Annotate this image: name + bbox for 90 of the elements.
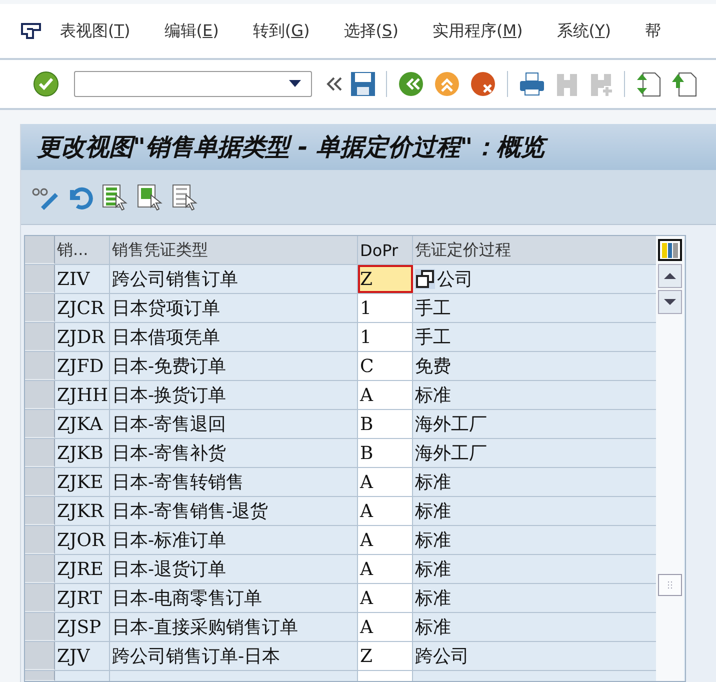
table-cell: ZJKB	[55, 439, 110, 467]
dropdown-icon[interactable]	[289, 80, 301, 88]
table-cell: ZJSP	[55, 613, 110, 641]
row-selector[interactable]	[25, 497, 55, 525]
input-field[interactable]: A	[358, 526, 413, 554]
menu-item[interactable]: 表视图(T)	[60, 20, 130, 42]
table-cell: ZJOR	[55, 526, 110, 554]
row-selector[interactable]	[25, 381, 55, 409]
input-field[interactable]: C	[358, 352, 413, 380]
table-cell: ZJV	[55, 642, 110, 670]
table-cell-text: 跨公司	[415, 645, 469, 668]
input-field[interactable]: A	[358, 381, 413, 409]
table-cell-text: 标准	[415, 471, 451, 494]
menu-item[interactable]: 帮	[645, 20, 662, 42]
column-settings-icon[interactable]	[658, 239, 682, 261]
table-cell: ZJKE	[55, 468, 110, 496]
menu-item[interactable]: 编辑(E)	[164, 20, 219, 42]
row-selector[interactable]	[25, 555, 55, 583]
row-selector[interactable]	[25, 323, 55, 351]
cancel-icon[interactable]	[469, 70, 497, 98]
input-field[interactable]: A	[358, 497, 413, 525]
table-cell-text: 标准	[415, 384, 451, 407]
command-field[interactable]	[74, 71, 312, 97]
input-field[interactable]: B	[358, 410, 413, 438]
collapse-icon[interactable]	[326, 77, 342, 91]
select-all-cell[interactable]	[25, 236, 55, 264]
menu-icon[interactable]	[20, 22, 42, 40]
menu-item[interactable]: 选择(S)	[344, 20, 398, 42]
table-cell: ZJHH	[55, 381, 110, 409]
table-cell-text: 手工	[415, 297, 451, 320]
row-selector[interactable]	[25, 613, 55, 641]
copy-icon[interactable]	[415, 269, 435, 289]
column-header[interactable]: 凭证定价过程	[413, 236, 656, 264]
table-cell-text: 标准	[415, 500, 451, 523]
row-selector[interactable]	[25, 642, 55, 670]
select-all-icon[interactable]	[101, 183, 129, 211]
column-header[interactable]: 销售凭证类型	[110, 236, 358, 264]
input-field[interactable]: Z	[358, 265, 413, 293]
table-cell: ZJRT	[55, 584, 110, 612]
save-icon[interactable]	[350, 71, 376, 97]
input-field[interactable]: A	[358, 555, 413, 583]
table-cell-text: 海外工厂	[415, 413, 487, 436]
input-field[interactable]: 1	[358, 323, 413, 351]
input-field[interactable]: A	[358, 584, 413, 612]
table-cell-text: 标准	[415, 587, 451, 610]
input-field[interactable]: Z	[358, 642, 413, 670]
deselect-all-icon[interactable]	[171, 183, 199, 211]
table-cell: ZJRE	[55, 555, 110, 583]
page-up-icon[interactable]	[671, 70, 699, 98]
scroll-down-button[interactable]	[658, 290, 682, 314]
row-selector[interactable]	[25, 265, 55, 293]
row-selector[interactable]	[25, 352, 55, 380]
table-cell-text: 免费	[415, 355, 451, 378]
row-selector[interactable]	[25, 526, 55, 554]
row-selector[interactable]	[25, 410, 55, 438]
table-cell-text: 标准	[415, 558, 451, 581]
table-cell-text: 标准	[415, 616, 451, 639]
row-selector[interactable]	[25, 439, 55, 467]
print-icon[interactable]	[518, 70, 546, 98]
table-cell: ZIV	[55, 265, 110, 293]
row-selector[interactable]	[25, 468, 55, 496]
back-icon[interactable]	[397, 70, 425, 98]
exit-icon[interactable]	[433, 70, 461, 98]
table-cell-text: 公司	[437, 268, 473, 291]
input-field[interactable]: 1	[358, 294, 413, 322]
input-field[interactable]: B	[358, 439, 413, 467]
row-selector[interactable]	[25, 584, 55, 612]
row-selector[interactable]	[25, 671, 55, 681]
table-cell-text: 手工	[415, 326, 451, 349]
column-header[interactable]: DoPr	[358, 236, 413, 264]
input-field[interactable]: A	[358, 468, 413, 496]
menu-item[interactable]: 实用程序(M)	[432, 20, 523, 42]
table-cell: ZJDR	[55, 323, 110, 351]
page-arrows-icon[interactable]	[635, 70, 663, 98]
column-header[interactable]: 销...	[55, 236, 110, 264]
row-selector[interactable]	[25, 294, 55, 322]
table-cell: ZJKA	[55, 410, 110, 438]
menu-item[interactable]: 转到(G)	[252, 20, 310, 42]
checkmark-icon[interactable]	[32, 70, 60, 98]
table-cell: ZJCR	[55, 294, 110, 322]
table-cell-text: 标准	[415, 529, 451, 552]
select-block-icon[interactable]	[136, 183, 164, 211]
table-cell-text: 海外工厂	[415, 442, 487, 465]
scroll-up-button[interactable]	[658, 264, 682, 288]
menu-item[interactable]: 系统(Y)	[556, 20, 612, 42]
table-cell: ZJFD	[55, 352, 110, 380]
table-cell: ZJKR	[55, 497, 110, 525]
input-field[interactable]: A	[358, 613, 413, 641]
scroll-thumb[interactable]	[658, 574, 682, 596]
input-field[interactable]	[358, 671, 413, 681]
